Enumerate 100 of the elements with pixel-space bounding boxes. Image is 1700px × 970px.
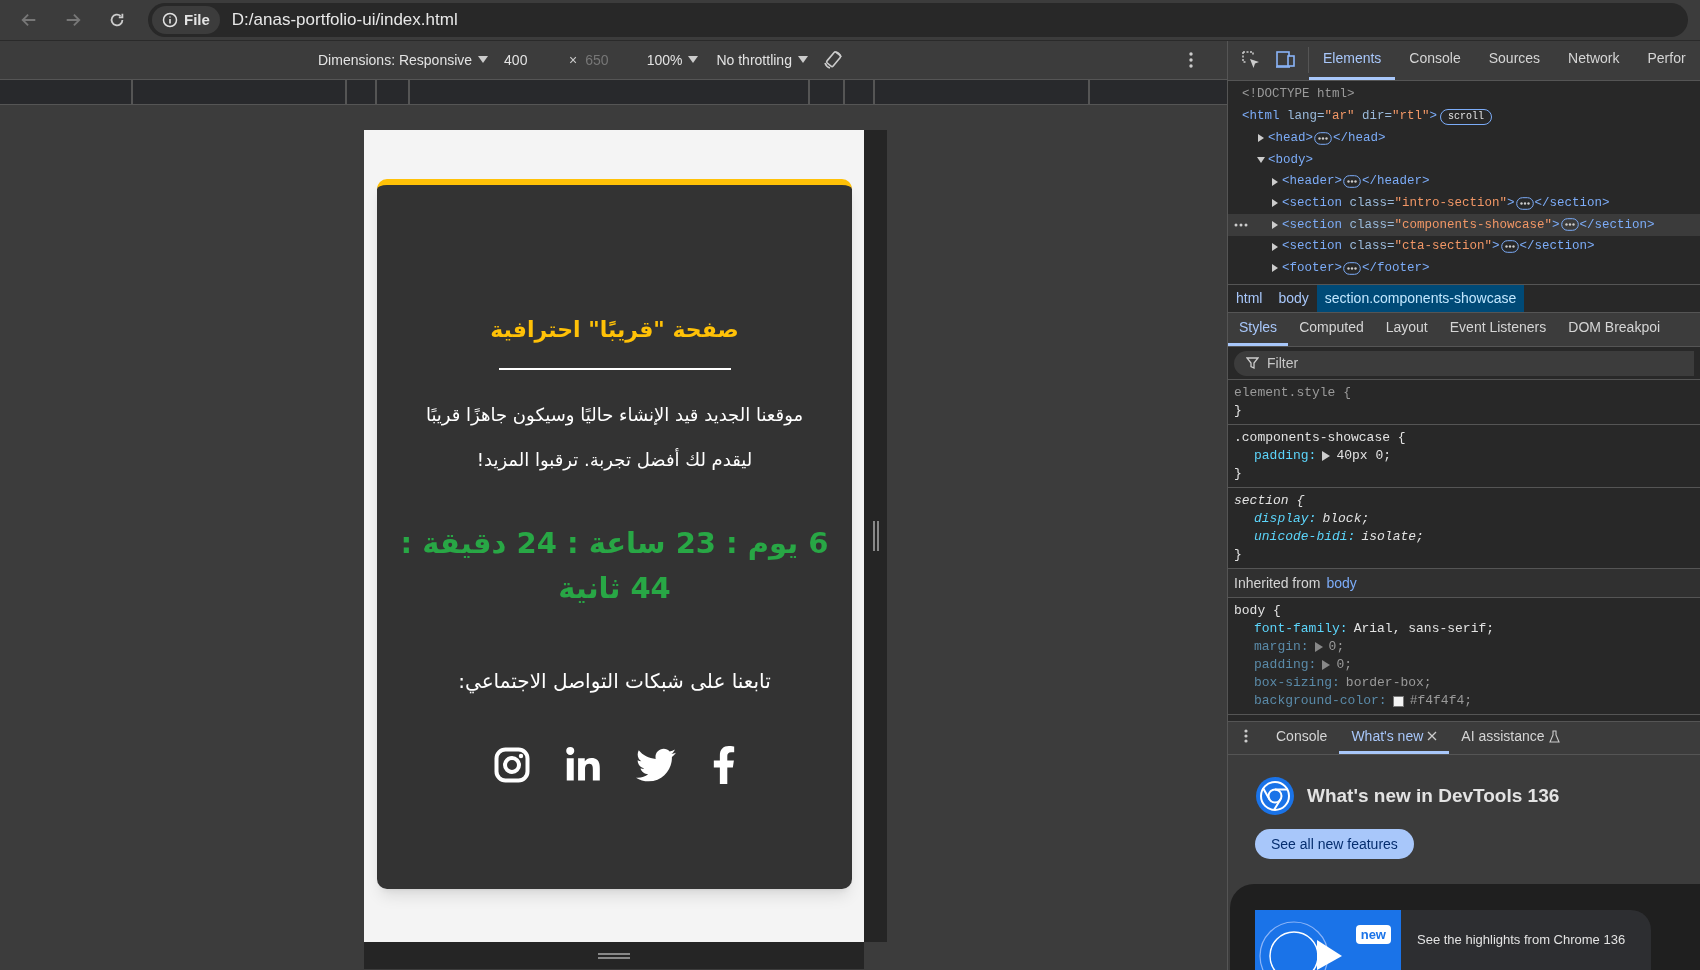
color-swatch[interactable] <box>1392 695 1404 707</box>
panel-tab[interactable]: Console <box>1395 40 1475 80</box>
back-icon[interactable] <box>20 11 38 29</box>
dom-node-row[interactable]: <section class="intro-section"> </section> <box>1228 192 1700 215</box>
dom-node-row[interactable]: <!DOCTYPE html> <box>1228 84 1700 106</box>
breadcrumb[interactable]: body <box>1270 285 1317 312</box>
bird-icon[interactable] <box>635 748 676 782</box>
code-token: "components-showcase" <box>1394 216 1553 234</box>
more-icon[interactable] <box>1234 223 1248 228</box>
funnel-icon <box>1246 356 1259 370</box>
code-token: <header> <box>1282 173 1342 191</box>
styles-tab[interactable]: Computed <box>1288 313 1375 346</box>
expand-triangle-icon[interactable] <box>1270 219 1280 230</box>
code-token: <!DOCTYPE html> <box>1242 86 1355 104</box>
drawer-tab[interactable]: Console <box>1264 721 1340 754</box>
styles-tab[interactable]: DOM Breakpoi <box>1557 313 1672 346</box>
url-text[interactable]: D:/anas-portfolio-ui/index.html <box>231 7 458 33</box>
css-property: padding: <box>1254 656 1317 674</box>
code-token: "cta-section" <box>1394 238 1493 256</box>
expand-triangle-icon[interactable] <box>1270 176 1280 187</box>
expand-triangle-icon[interactable] <box>1256 133 1266 144</box>
dom-node-row[interactable]: <head> </head> <box>1228 127 1700 150</box>
styles-tab[interactable]: Styles <box>1228 313 1289 346</box>
css-property: font-family: <box>1254 620 1348 638</box>
code-token: lang= <box>1286 108 1325 126</box>
code-token: <footer> <box>1282 259 1342 277</box>
device-toggle-icon[interactable] <box>1276 51 1296 69</box>
expand-triangle-icon[interactable] <box>1322 451 1331 461</box>
more-icon[interactable] <box>1187 52 1194 68</box>
throttling-dropdown[interactable]: No throttling <box>716 49 808 71</box>
expand-triangle-icon[interactable] <box>1270 241 1280 252</box>
code-token: <section <box>1282 194 1342 212</box>
code-token: "intro-section" <box>1394 194 1508 212</box>
dom-node-row[interactable]: <header> </header> <box>1228 170 1700 193</box>
drawer-tab[interactable]: AI assistance <box>1449 721 1572 754</box>
dom-node-row[interactable]: <body> <box>1228 149 1700 171</box>
resize-handle[interactable] <box>864 130 887 942</box>
ellipsis-icon[interactable] <box>1314 131 1332 145</box>
see-features-button[interactable]: See all new features <box>1255 829 1414 859</box>
address-bar[interactable]: File D:/anas-portfolio-ui/index.html <box>148 3 1688 37</box>
dimensions-dropdown[interactable]: Dimensions: Responsive <box>318 49 489 71</box>
close-icon[interactable] <box>1427 731 1438 741</box>
f-logo-icon[interactable] <box>711 746 736 784</box>
code-token: > <box>1492 238 1500 256</box>
highlight-card[interactable]: new See the highlights from Chrome 136 <box>1255 910 1651 970</box>
new-badge: new <box>1355 925 1391 944</box>
panel-tab[interactable]: Network <box>1554 40 1634 80</box>
panel-tab[interactable]: Elements <box>1309 40 1396 80</box>
styles-tab[interactable]: Event Listeners <box>1438 313 1558 346</box>
css-value: 0; <box>1328 638 1345 656</box>
caret-icon <box>688 56 699 64</box>
rotate-icon[interactable] <box>821 49 844 71</box>
expand-triangle-icon[interactable] <box>1270 198 1280 209</box>
dom-node-row[interactable]: <html lang="ar" dir="rtl"> scroll <box>1228 105 1700 128</box>
reload-icon[interactable] <box>108 11 126 29</box>
width-field[interactable]: 400 <box>504 49 545 71</box>
whats-new-heading: What's new in DevTools 136 <box>1307 783 1560 808</box>
inspect-icon[interactable] <box>1242 51 1260 69</box>
site-info-label: File <box>184 9 210 30</box>
css-selector: element.style { <box>1234 384 1353 402</box>
panel-tab[interactable]: Perfor <box>1633 40 1700 80</box>
inherited-link[interactable]: body <box>1326 572 1357 594</box>
zoom-dropdown[interactable]: 100% <box>646 49 699 71</box>
flask-icon <box>1548 729 1560 743</box>
more-icon[interactable] <box>1244 729 1248 743</box>
ellipsis-icon[interactable] <box>1343 261 1361 275</box>
dom-node-row[interactable]: <section class="cta-section"> </section> <box>1228 235 1700 258</box>
breadcrumb[interactable]: html <box>1228 285 1271 312</box>
code-token: </section> <box>1579 216 1655 234</box>
panel-tab[interactable]: Sources <box>1474 40 1555 80</box>
code-token: <body> <box>1268 151 1313 169</box>
caret-icon <box>478 56 489 64</box>
site-info-chip[interactable]: File <box>152 6 220 34</box>
css-value: Arial, sans-serif; <box>1353 620 1495 638</box>
ellipsis-icon[interactable] <box>1500 240 1519 254</box>
filter-field[interactable]: Filter <box>1234 350 1694 376</box>
ellipsis-icon[interactable] <box>1560 218 1579 232</box>
ellipsis-icon[interactable] <box>1515 196 1534 210</box>
styles-tab[interactable]: Layout <box>1374 313 1439 346</box>
ellipsis-icon[interactable] <box>1343 175 1361 189</box>
forward-icon[interactable] <box>64 11 82 29</box>
css-value: block; <box>1322 510 1370 528</box>
css-property: margin: <box>1254 638 1309 656</box>
camera-icon[interactable] <box>493 747 530 783</box>
css-brace: } <box>1234 402 1243 420</box>
info-icon <box>162 12 178 28</box>
css-value: #f4f4f4; <box>1409 692 1473 710</box>
dom-node-row[interactable]: <section class="components-showcase"> </section> <box>1228 214 1700 236</box>
in-logo-icon[interactable] <box>565 747 600 783</box>
breadcrumb[interactable]: section.components-showcase <box>1316 285 1525 312</box>
expand-triangle-icon[interactable] <box>1256 154 1266 165</box>
times-sign: × <box>569 50 578 70</box>
dom-node-row[interactable]: <footer> </footer> <box>1228 257 1700 280</box>
css-property: unicode-bidi: <box>1254 528 1356 546</box>
expand-triangle-icon[interactable] <box>1270 263 1280 274</box>
code-token: <head> <box>1268 129 1313 147</box>
css-selector: body { <box>1234 602 1282 620</box>
resize-handle-bottom[interactable] <box>364 942 864 969</box>
code-token: > <box>1552 216 1560 234</box>
description-text: موقعنا الجديد قيد الإنشاء حاليًا وسيكون جاهزًا قريبًا ليقدم لك أفضل تجربة. ترقبوا المزيد! <box>424 403 805 473</box>
